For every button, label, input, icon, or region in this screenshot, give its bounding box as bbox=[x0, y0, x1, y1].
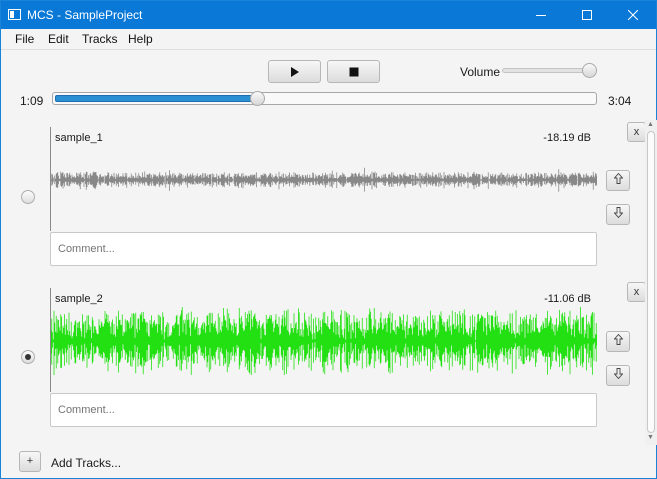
play-icon bbox=[290, 66, 299, 77]
track-level-db: -11.06 dB bbox=[544, 293, 591, 305]
arrow-up-icon bbox=[612, 172, 624, 184]
play-button[interactable] bbox=[268, 60, 321, 83]
track-name: sample_1 bbox=[55, 132, 103, 144]
track-select-radio[interactable] bbox=[21, 190, 35, 204]
menu-tracks[interactable]: Tracks bbox=[82, 32, 118, 46]
minimize-icon bbox=[536, 6, 546, 22]
maximize-icon bbox=[582, 6, 592, 22]
window-title: MCS - SampleProject bbox=[27, 8, 143, 22]
track-panel: sample_1 -18.19 dB bbox=[50, 127, 597, 231]
scroll-up-arrow-icon[interactable]: ▲ bbox=[647, 121, 654, 128]
title-bar: MCS - SampleProject bbox=[1, 1, 656, 29]
add-tracks-button[interactable]: + bbox=[19, 451, 41, 472]
current-time: 1:09 bbox=[20, 94, 44, 108]
playback-progress-thumb[interactable] bbox=[250, 91, 265, 106]
remove-track-button[interactable]: x bbox=[627, 122, 646, 142]
volume-label: Volume bbox=[460, 65, 501, 79]
app-icon bbox=[8, 9, 21, 20]
menu-file[interactable]: File bbox=[15, 32, 34, 46]
total-time: 3:04 bbox=[608, 94, 632, 108]
close-icon bbox=[628, 6, 638, 22]
volume-slider-thumb[interactable] bbox=[582, 63, 597, 78]
arrow-up-icon bbox=[612, 333, 624, 345]
scroll-down-arrow-icon[interactable]: ▼ bbox=[647, 434, 654, 441]
minimize-button[interactable] bbox=[518, 1, 564, 29]
app-window: MCS - SampleProject File Edit Tracks Hel… bbox=[0, 0, 657, 479]
remove-track-button[interactable]: x bbox=[627, 282, 646, 302]
scrollbar-thumb[interactable] bbox=[647, 131, 655, 433]
add-tracks-label: Add Tracks... bbox=[51, 456, 122, 470]
track-name: sample_2 bbox=[55, 293, 103, 305]
menu-edit[interactable]: Edit bbox=[48, 32, 69, 46]
arrow-down-icon bbox=[612, 207, 624, 219]
track-waveform bbox=[51, 167, 597, 192]
move-track-up-button[interactable] bbox=[606, 170, 630, 191]
arrow-down-icon bbox=[612, 368, 624, 380]
volume-slider[interactable] bbox=[502, 68, 594, 73]
move-track-down-button[interactable] bbox=[606, 204, 630, 225]
waveform-path bbox=[51, 167, 597, 192]
stop-button[interactable] bbox=[327, 60, 380, 83]
maximize-button[interactable] bbox=[564, 1, 610, 29]
move-track-down-button[interactable] bbox=[606, 365, 630, 386]
close-button[interactable] bbox=[610, 1, 656, 29]
waveform-path bbox=[51, 307, 597, 375]
track-comment-input[interactable] bbox=[50, 393, 597, 427]
playback-progress-fill bbox=[55, 95, 259, 102]
track-comment-input[interactable] bbox=[50, 232, 597, 266]
track-panel: sample_2 -11.06 dB bbox=[50, 288, 597, 392]
track-level-db: -18.19 dB bbox=[543, 132, 591, 144]
track-select-radio[interactable] bbox=[21, 350, 35, 364]
menu-help[interactable]: Help bbox=[128, 32, 153, 46]
track-waveform bbox=[51, 307, 597, 375]
stop-icon bbox=[349, 67, 358, 76]
menu-bar: File Edit Tracks Help bbox=[1, 29, 656, 50]
move-track-up-button[interactable] bbox=[606, 331, 630, 352]
